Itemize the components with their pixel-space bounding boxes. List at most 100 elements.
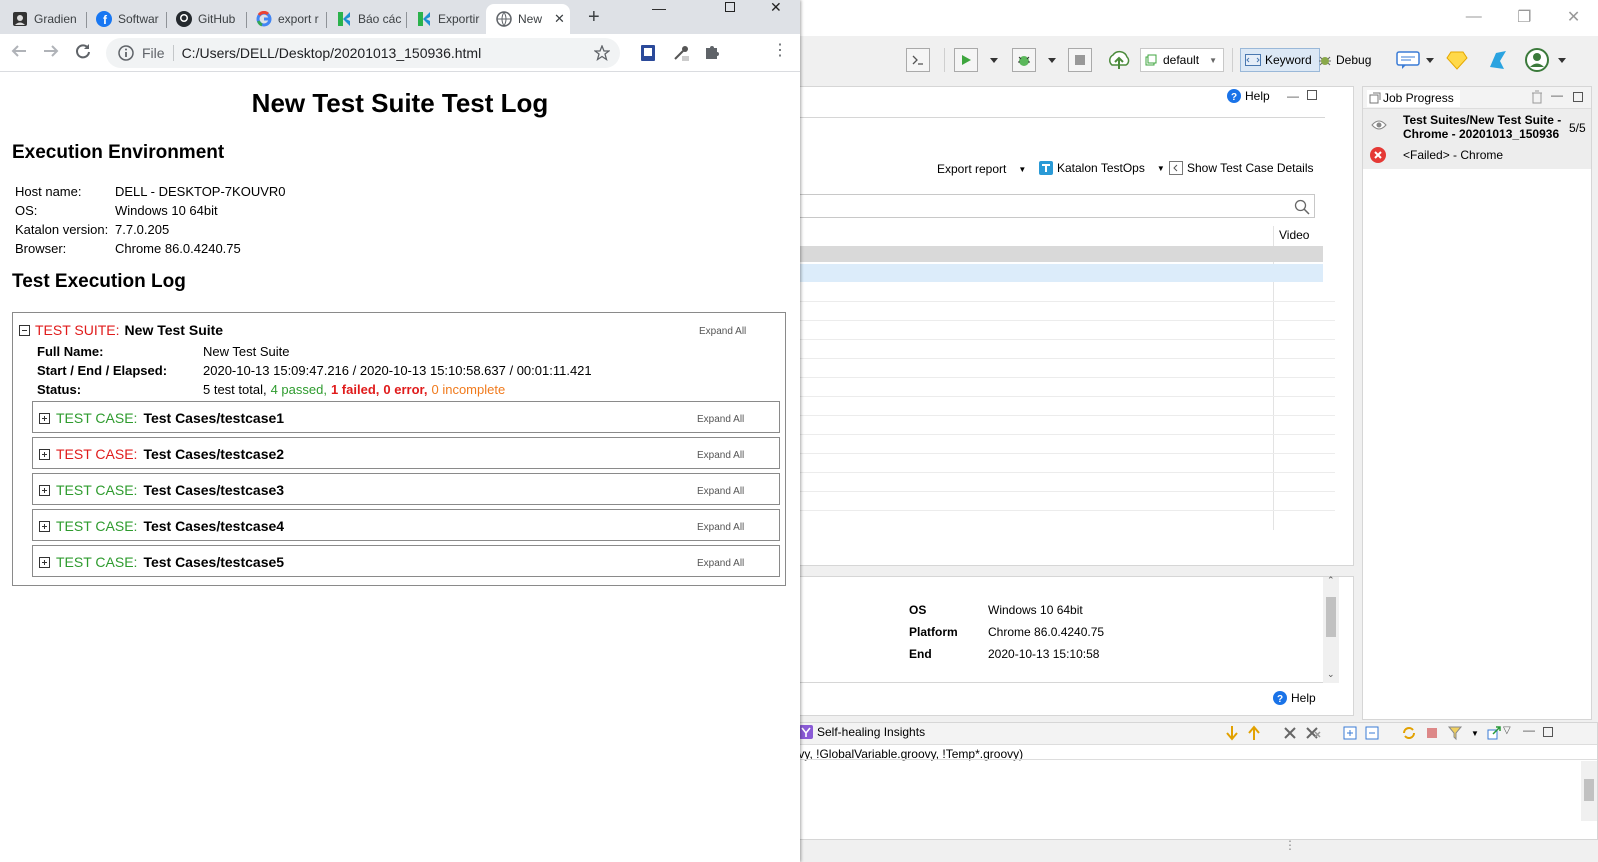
extensions-puzzle-icon[interactable] [704, 44, 720, 60]
export-report-button[interactable]: Export report ▼ [937, 162, 1026, 176]
scroll-down-icon[interactable]: ⌄ [1327, 669, 1335, 680]
panel-maximize-icon[interactable] [1573, 92, 1583, 102]
expand-toggle-icon[interactable] [39, 448, 50, 460]
tab-close-icon[interactable]: ✕ [554, 11, 565, 27]
test-case-header[interactable]: TEST CASE: Test Cases/testcase1 [39, 410, 284, 426]
new-tab-icon[interactable]: + [588, 6, 600, 29]
console-scrollbar[interactable] [1581, 761, 1597, 821]
expand-toggle-icon[interactable] [39, 412, 50, 424]
reload-icon[interactable] [74, 42, 92, 60]
arrow-up-icon[interactable] [1247, 725, 1261, 741]
test-case-header[interactable]: TEST CASE: Test Cases/testcase5 [39, 554, 284, 570]
remove-all-icon[interactable] [1305, 726, 1321, 740]
katalon-bird-icon[interactable] [1484, 48, 1510, 72]
suite-expand-all-link[interactable]: Expand All [699, 326, 746, 337]
browser-maximize-icon[interactable] [725, 2, 735, 12]
collapse-toggle-icon[interactable] [19, 324, 30, 336]
stop-console-icon[interactable] [1425, 726, 1439, 740]
profile-selector[interactable]: default ▼ [1140, 48, 1224, 72]
account-dropdown-icon[interactable] [1556, 48, 1568, 72]
filter-input[interactable] [785, 194, 1315, 218]
open-external-icon[interactable] [1487, 726, 1501, 740]
run-dropdown-icon[interactable] [988, 48, 1000, 72]
case-expand-all-link[interactable]: Expand All [697, 414, 744, 425]
filter-icon[interactable] [1447, 725, 1463, 741]
debug-dropdown-icon[interactable] [1046, 48, 1058, 72]
expand-icon[interactable] [1343, 726, 1357, 740]
tab-active-report[interactable]: New ✕ [486, 4, 570, 34]
terminal-icon[interactable] [906, 48, 930, 72]
collapse-icon[interactable] [1365, 726, 1379, 740]
eye-icon[interactable] [1371, 119, 1387, 131]
info-icon[interactable] [118, 45, 134, 61]
tab-google[interactable]: export r [246, 4, 326, 34]
back-icon[interactable] [10, 42, 28, 60]
gem-icon[interactable] [1444, 48, 1470, 72]
show-test-case-details-button[interactable]: Show Test Case Details [1169, 161, 1314, 175]
scroll-up-icon[interactable]: ⌃ [1327, 575, 1335, 586]
expand-toggle-icon[interactable] [39, 484, 50, 496]
case-expand-all-link[interactable]: Expand All [697, 450, 744, 461]
table-row[interactable] [785, 246, 1323, 262]
table-row[interactable] [785, 264, 1323, 282]
case-expand-all-link[interactable]: Expand All [697, 486, 744, 497]
arrow-down-icon[interactable] [1225, 725, 1239, 741]
chat-icon[interactable] [1394, 48, 1422, 72]
chat-dropdown-icon[interactable] [1424, 48, 1436, 72]
browser-close-icon[interactable]: ✕ [770, 0, 782, 16]
case-expand-all-link[interactable]: Expand All [697, 558, 744, 569]
view-menu-icon[interactable]: ▽ [1503, 725, 1511, 736]
test-case-header[interactable]: TEST CASE: Test Cases/testcase2 [39, 446, 284, 462]
tab-facebook[interactable]: f Softwar [86, 4, 166, 34]
help-link-bottom[interactable]: ? Help [1273, 691, 1316, 705]
vertical-scrollbar[interactable]: ⌃ ⌄ [1323, 575, 1339, 683]
debug-run-icon[interactable] [1012, 48, 1036, 72]
job-item[interactable]: Test Suites/New Test Suite - Chrome - 20… [1363, 109, 1591, 169]
chrome-menu-icon[interactable]: ⋮ [772, 42, 788, 60]
account-icon[interactable] [1522, 48, 1552, 72]
tab-label: Exportir [438, 12, 480, 26]
debug-perspective-button[interactable]: Debug [1318, 48, 1388, 72]
test-case-header[interactable]: TEST CASE: Test Cases/testcase4 [39, 518, 284, 534]
tab-gradient[interactable]: Gradien [2, 4, 84, 34]
test-case-header[interactable]: TEST CASE: Test Cases/testcase3 [39, 482, 284, 498]
test-suite-header[interactable]: TEST SUITE: New Test Suite [19, 322, 223, 338]
eyedropper-extension-icon[interactable] [672, 44, 690, 62]
panel-minimize-icon[interactable]: — [1551, 88, 1563, 102]
editor-maximize-icon[interactable] [1307, 90, 1317, 100]
forward-icon[interactable] [42, 42, 60, 60]
address-bar[interactable]: File C:/Users/DELL/Desktop/20201013_1509… [106, 38, 620, 68]
remove-icon[interactable] [1283, 726, 1297, 740]
stop-icon[interactable] [1068, 48, 1092, 72]
tab-github[interactable]: GitHub [166, 4, 246, 34]
help-label-bottom: Help [1291, 691, 1316, 705]
ide-minimize-icon[interactable]: — [1466, 8, 1482, 26]
search-icon[interactable] [1294, 199, 1310, 215]
editor-minimize-icon[interactable]: — [1287, 89, 1299, 103]
tab-katalon-2[interactable]: Exportir [406, 4, 486, 34]
job-progress-tab[interactable]: Job Progress [1367, 90, 1460, 107]
failed-icon [1370, 147, 1386, 163]
reading-extension-icon[interactable] [640, 44, 656, 62]
expand-toggle-icon[interactable] [39, 520, 50, 532]
browser-minimize-icon[interactable]: — [652, 0, 666, 16]
keyword-perspective-button[interactable]: Keyword [1240, 48, 1320, 72]
tab-katalon-1[interactable]: Báo các [326, 4, 406, 34]
sync-icon[interactable] [1401, 725, 1417, 741]
help-link[interactable]: ? Help [1227, 89, 1270, 103]
console-maximize-icon[interactable] [1543, 727, 1553, 737]
ide-close-icon[interactable]: ✕ [1567, 7, 1580, 27]
filter-chevron-icon[interactable]: ▼ [1471, 729, 1479, 738]
self-healing-tab[interactable]: Self-healing Insights [799, 725, 925, 739]
bookmark-star-icon[interactable] [594, 45, 610, 61]
expand-toggle-icon[interactable] [39, 556, 50, 568]
run-icon[interactable] [954, 48, 978, 72]
console-minimize-icon[interactable]: — [1523, 723, 1535, 737]
ide-restore-icon[interactable]: ❐ [1517, 7, 1531, 27]
case-expand-all-link[interactable]: Expand All [697, 522, 744, 533]
upload-icon[interactable] [1106, 48, 1132, 72]
url-text[interactable]: C:/Users/DELL/Desktop/20201013_150936.ht… [182, 45, 482, 61]
katalon-testops-button[interactable]: Katalon TestOps ▼ [1039, 161, 1165, 175]
clear-jobs-icon[interactable] [1531, 90, 1543, 104]
execution-environment-heading: Execution Environment [12, 142, 225, 163]
